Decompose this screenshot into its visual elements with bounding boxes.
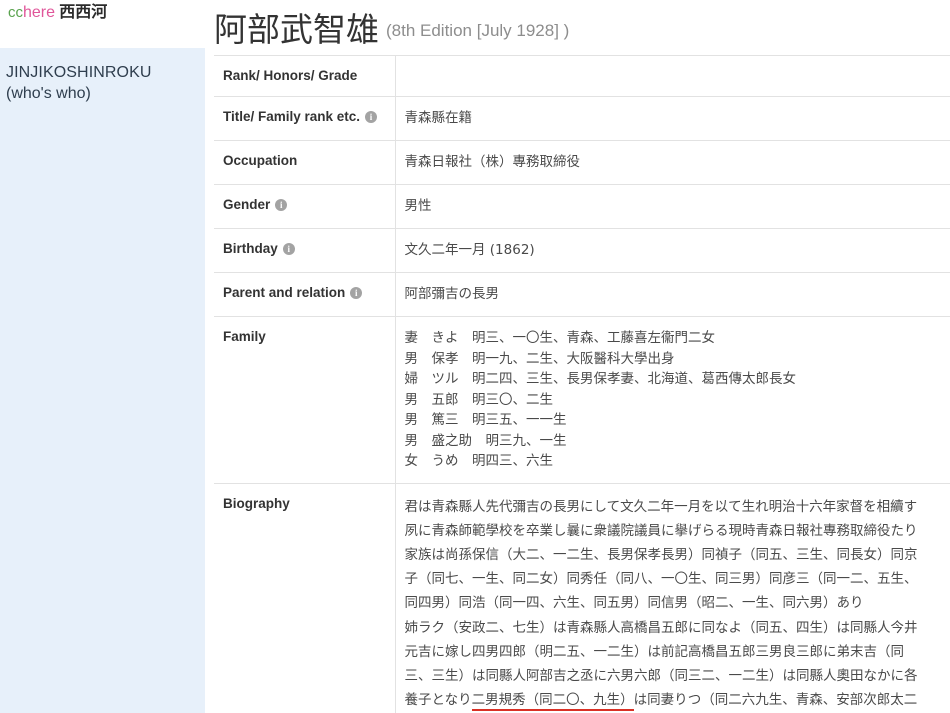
biography-line: 三、三生）は同縣人阿部吉之丞に六男六郎（同三二、一二生）は同縣人奧田なかに各 [404, 667, 918, 684]
row-label-text: Title/ Family rank etc. [223, 109, 361, 124]
biography-line: 子（同七、一生、同二女）同秀任（同八、一〇生、同三男）同彦三（同一二、五生、 [404, 571, 918, 588]
biography-line: 姉ラク（安政二、七生）は青森縣人高橋昌五郎に同なよ（同五、四生）は同縣人今井 [404, 619, 918, 636]
family-line: 女 うめ 明四三、六生 [404, 453, 554, 469]
row-label-text: Occupation [223, 153, 298, 168]
table-row: Parent and relation i 阿部彌吉の長男 [214, 272, 950, 317]
row-label-text: Parent and relation [223, 285, 346, 300]
table-row: Family 妻 きよ 明三、一〇生、青森、工藤喜左衞門二女男 保孝 明一九、二生… [214, 316, 950, 484]
table-row: Occupation 青森日報社（株）專務取締役 [214, 140, 950, 185]
table-row: Rank/ Honors/ Grade [214, 55, 950, 97]
row-label-birthday: Birthday i [214, 228, 396, 273]
table-row: Biography 君は青森縣人先代彌吉の長男にして文久二年一月を以て生れ明治十六… [214, 483, 950, 713]
biography-line: 同四男）同浩（同一四、六生、同五男）同信男（昭二、一生、同六男）あり [404, 595, 864, 612]
watermark: cchere 西西河 [8, 2, 107, 23]
row-label-family: Family [214, 316, 396, 483]
biography-line: 家族は尚孫保信（大二、一二生、長男保孝長男）同禎子（同五、三生、同長女）同京 [404, 546, 918, 563]
row-label-biography: Biography [214, 483, 396, 713]
sidebar-subtitle: (who's who) [6, 85, 91, 102]
family-line: 男 盛之助 明三九、一生 [404, 432, 567, 449]
page-root: cchere 西西河 JINJIKOSHINROKU (who's who) 阿… [0, 0, 950, 713]
row-value-biography: 君は青森縣人先代彌吉の長男にして文久二年一月を以て生れ明治十六年家督を相續す 夙に… [395, 483, 950, 713]
row-value-rank-honors-grade [395, 56, 950, 97]
row-label-title-family-rank-etc: Title/ Family rank etc. i [214, 96, 396, 141]
row-label-text: Rank/ Honors/ Grade [223, 68, 358, 83]
info-icon[interactable]: i [350, 287, 363, 299]
family-line: 男 篤三 明三五、一一生 [404, 412, 567, 428]
family-line: 婦 ツル 明二四、三生、長男保孝妻、北海道、葛西傳太郎長女 [404, 371, 797, 387]
row-label-gender: Gender i [214, 184, 396, 229]
biography-text-after-mark: は同妻りつ（同二六九生、青森、安部次郎太二 [633, 692, 918, 709]
row-value-title-family-rank-etc: 青森縣在籍 [395, 97, 950, 141]
info-icon[interactable]: i [365, 111, 378, 123]
value-text: 文久二年一月 (1862) [404, 242, 535, 258]
table-row: Title/ Family rank etc. i 青森縣在籍 [214, 96, 950, 141]
row-label-text: Biography [223, 495, 290, 511]
row-value-gender: 男性 [395, 185, 950, 229]
person-name: 阿部武智雄 [214, 10, 379, 49]
page-title: 阿部武智雄 (8th Edition [July 1928] ) [214, 0, 950, 48]
biography-lines: 君は青森縣人先代彌吉の長男にして文久二年一月を以て生れ明治十六年家督を相續す 夙に… [405, 495, 943, 713]
row-value-birthday: 文久二年一月 (1862) [395, 229, 950, 273]
biography-line-highlighted: 養子となり二男規秀（同二〇、九生）は同妻りつ（同二六九生、青森、安部次郎太二 [405, 688, 943, 712]
value-text: 男性 [404, 198, 432, 214]
row-value-occupation: 青森日報社（株）專務取締役 [395, 141, 950, 185]
biography-line: 夙に青森師範學校を卒業し曩に衆議院議員に擧げらる現時青森日報社專務取締役たり [404, 522, 918, 539]
sidebar: JINJIKOSHINROKU (who's who) [0, 48, 205, 713]
person-info-table: Rank/ Honors/ Grade Title/ Family rank et… [214, 55, 950, 713]
row-label-text: Family [223, 329, 266, 344]
table-row: Gender i 男性 [214, 184, 950, 229]
family-line: 男 保孝 明一九、二生、大阪醫科大學出身 [404, 350, 675, 367]
family-line: 妻 きよ 明三、一〇生、青森、工藤喜左衞門二女 [404, 330, 716, 346]
value-text: 阿部彌吉の長男 [404, 286, 500, 302]
row-value-family: 妻 きよ 明三、一〇生、青森、工藤喜左衞門二女男 保孝 明一九、二生、大阪醫科大… [395, 317, 950, 484]
row-label-occupation: Occupation [214, 140, 396, 185]
family-line: 男 五郎 明三〇、二生 [404, 391, 554, 408]
red-underline-mark: 二男規秀（同二〇、九生） [471, 692, 634, 712]
value-text: 青森縣在籍 [404, 110, 473, 126]
row-value-parent-and-relation: 阿部彌吉の長男 [395, 273, 950, 317]
watermark-site-name: 西西河 [59, 2, 108, 21]
value-text: 青森日報社（株）專務取締役 [404, 154, 581, 170]
watermark-cc: cc [8, 4, 23, 21]
table-row: Birthday i 文久二年一月 (1862) [214, 228, 950, 273]
row-label-parent-and-relation: Parent and relation i [214, 272, 396, 317]
row-label-text: Birthday [223, 241, 278, 256]
sidebar-title: JINJIKOSHINROKU [6, 64, 152, 81]
info-icon[interactable]: i [275, 199, 288, 211]
edition-label: (8th Edition [July 1928] ) [386, 21, 570, 40]
row-label-text: Gender [223, 197, 271, 212]
biography-line: 君は青森縣人先代彌吉の長男にして文久二年一月を以て生れ明治十六年家督を相續す [404, 498, 918, 515]
biography-line: 元吉に嫁し四男四郎（明二五、一二生）は前記高橋昌五郎三男良三郎に弟末吉（同 [404, 643, 905, 660]
info-icon[interactable]: i [282, 243, 295, 255]
biography-text-before-mark: 養子となり [404, 692, 472, 709]
row-label-rank-honors-grade: Rank/ Honors/ Grade [214, 55, 396, 97]
family-lines: 妻 きよ 明三、一〇生、青森、工藤喜左衞門二女男 保孝 明一九、二生、大阪醫科大… [405, 328, 943, 472]
watermark-here: here [23, 4, 56, 21]
